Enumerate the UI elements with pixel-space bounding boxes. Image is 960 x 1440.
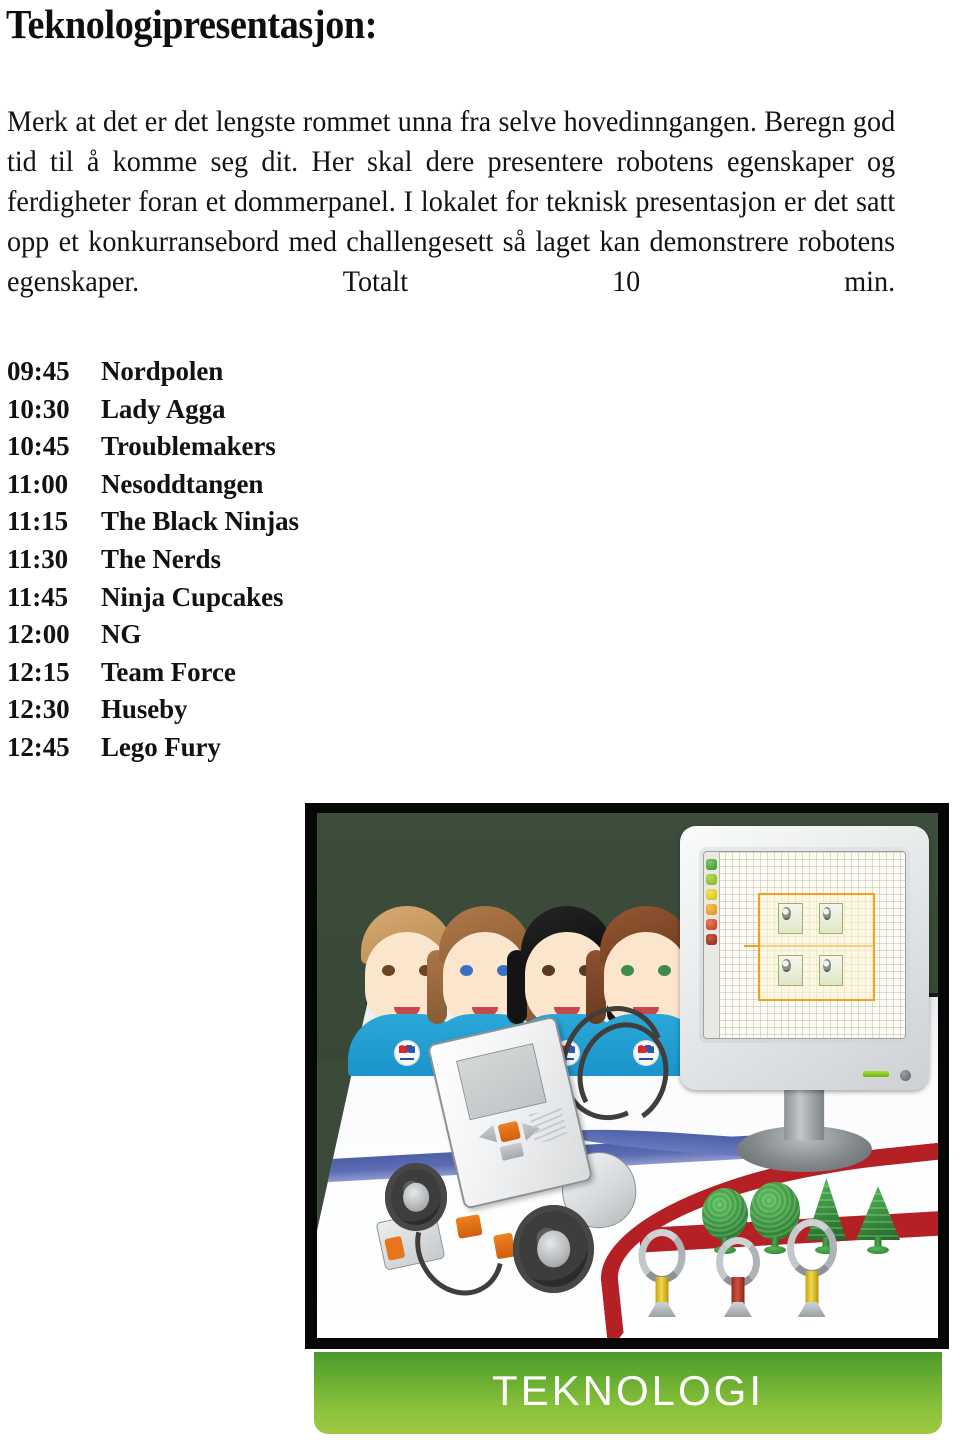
schedule-team: Lego Fury: [101, 731, 221, 762]
category-label: TEKNOLOGI: [491, 1367, 765, 1414]
schedule-row: 11:45 Ninja Cupcakes: [7, 582, 427, 620]
schedule-time: 12:45: [7, 731, 70, 762]
robot-wheel-front: [513, 1204, 594, 1293]
nxt-button-left[interactable]: [477, 1125, 497, 1146]
block-palette: [703, 852, 720, 1038]
schedule-time: 11:15: [7, 506, 69, 537]
lego-loop-yellow: [786, 1219, 837, 1317]
page-title: Teknologipresentasjon:: [6, 1, 378, 47]
schedule-team: Ninja Cupcakes: [101, 581, 284, 612]
monitor-screen: [703, 852, 906, 1038]
schedule-team: Nordpolen: [101, 356, 224, 386]
schedule-time: 12:15: [7, 656, 70, 687]
eye-left: [460, 964, 474, 976]
illustration-scene: [317, 813, 938, 1338]
illustration-photo-frame: [305, 803, 949, 1349]
program-block: [778, 955, 803, 987]
teknologi-illustration-card: TEKNOLOGI: [305, 803, 949, 1434]
intro-paragraph: Merk at det er det lengste rommet unna f…: [7, 106, 896, 298]
program-block: [818, 955, 844, 987]
lego-tree-pine: [852, 1178, 904, 1254]
nxt-button-enter[interactable]: [497, 1121, 522, 1144]
schedule-team: Lady Agga: [101, 393, 226, 424]
schedule-team: Team Force: [101, 656, 236, 687]
eye-left: [620, 964, 634, 976]
monitor-bezel: [698, 847, 911, 1043]
palette-chip-darkred-icon: [705, 934, 717, 946]
loop-stem: [805, 1271, 819, 1305]
schedule-row: 12:30 Huseby: [7, 694, 427, 732]
schedule-time: 11:45: [7, 581, 69, 612]
palette-chip-orange-icon: [705, 904, 717, 916]
palette-chip-lime-icon: [705, 874, 717, 886]
schedule-row: 12:00 NG: [7, 619, 427, 657]
monitor-led-indicator: [862, 1071, 889, 1078]
monitor-power-button[interactable]: [900, 1070, 912, 1082]
loop-stem: [731, 1277, 745, 1305]
schedule-row: 10:45 Troublemakers: [7, 431, 427, 469]
schedule-time: 10:30: [7, 393, 70, 424]
schedule-time: 09:45: [7, 356, 70, 386]
schedule-team: Nesoddtangen: [101, 468, 264, 499]
schedule-time: 12:30: [7, 694, 70, 725]
schedule-time: 10:45: [7, 431, 70, 462]
palette-chip-yellow-icon: [705, 889, 717, 901]
wheel-hub: [403, 1183, 429, 1212]
monitor-body: [680, 826, 929, 1091]
program-block: [778, 903, 803, 935]
wheel-hub: [536, 1230, 571, 1268]
schedule-row: 11:30 The Nerds: [7, 544, 427, 582]
palette-chip-red-icon: [705, 919, 717, 931]
schedule-time: 11:30: [7, 543, 69, 574]
lego-loop-yellow: [638, 1229, 686, 1317]
tree-base: [867, 1246, 890, 1254]
nxt-display: [456, 1043, 547, 1121]
program-block: [818, 903, 844, 935]
program-loop-frame: [758, 893, 875, 1001]
eye-left: [382, 964, 396, 976]
schedule-team: Huseby: [101, 694, 188, 725]
loop-stem: [655, 1277, 669, 1305]
eye-right: [657, 964, 671, 976]
presentation-schedule: 09:45 Nordpolen 10:30 Lady Agga 10:45 Tr…: [7, 356, 427, 770]
palette-chip-green-icon: [705, 859, 717, 871]
schedule-team: The Black Ninjas: [101, 506, 299, 537]
schedule-row: 11:00 Nesoddtangen: [7, 469, 427, 507]
schedule-row: 09:45 Nordpolen: [7, 356, 427, 394]
schedule-time: 12:00: [7, 619, 70, 650]
schedule-row: 12:15 Team Force: [7, 657, 427, 695]
schedule-team: The Nerds: [101, 543, 221, 574]
schedule-row: 11:15 The Black Ninjas: [7, 506, 427, 544]
lego-mindstorms-robot: [375, 990, 681, 1322]
schedule-time: 11:00: [7, 468, 69, 499]
loop-base: [647, 1302, 676, 1317]
schedule-team: Troublemakers: [101, 431, 276, 462]
loop-ring: [638, 1229, 686, 1283]
loop-ring: [786, 1219, 837, 1277]
loop-base: [723, 1302, 752, 1317]
lego-loop-red: [715, 1237, 760, 1317]
schedule-team: NG: [101, 619, 142, 650]
schedule-row: 12:45 Lego Fury: [7, 732, 427, 770]
lego-loops-group: [638, 1160, 851, 1317]
tree-foliage: [856, 1186, 901, 1240]
loop-base: [797, 1302, 826, 1317]
schedule-row: 10:30 Lady Agga: [7, 394, 427, 432]
eye-left: [542, 964, 556, 976]
category-banner: TEKNOLOGI: [314, 1352, 942, 1434]
nxt-button-back[interactable]: [499, 1142, 525, 1162]
nxt-speaker-vent: [529, 1107, 569, 1144]
